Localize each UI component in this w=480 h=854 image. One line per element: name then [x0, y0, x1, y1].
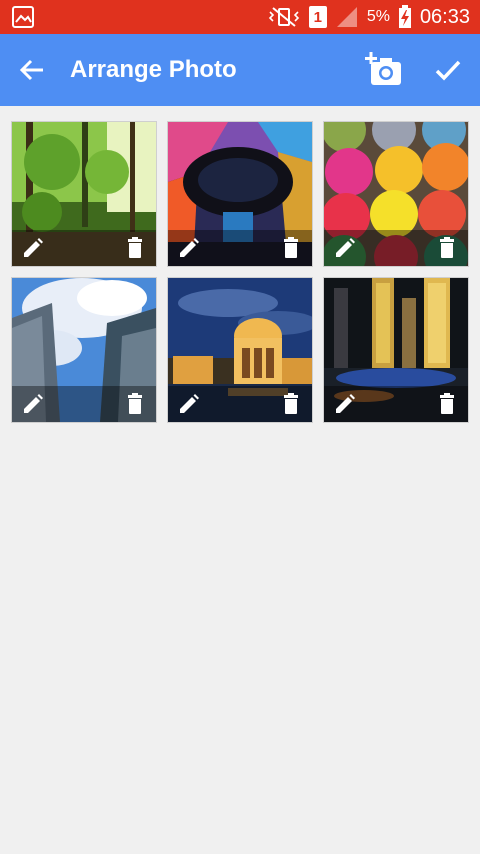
page-title: Arrange Photo [70, 56, 237, 83]
battery-charging-icon [398, 5, 411, 28]
trash-icon[interactable] [435, 236, 459, 260]
trash-icon[interactable] [279, 392, 303, 416]
photo-tile-palace[interactable] [167, 277, 313, 423]
trash-icon[interactable] [123, 236, 147, 260]
signal-icon [336, 7, 357, 27]
add-a-photo-icon[interactable] [365, 52, 403, 88]
pencil-icon[interactable] [333, 236, 357, 260]
status-bar: 1 5% 06:33 [0, 0, 480, 34]
pencil-icon[interactable] [177, 236, 201, 260]
vibrate-mute-icon [268, 7, 299, 27]
battery-percent: 5% [366, 8, 390, 25]
pencil-icon[interactable] [333, 392, 357, 416]
pencil-icon[interactable] [177, 392, 201, 416]
check-icon[interactable] [432, 54, 464, 86]
toolbar: Arrange Photo [0, 34, 480, 106]
photo-tile-forest[interactable] [11, 121, 157, 267]
clock: 06:33 [419, 5, 470, 28]
photo-tile-city[interactable] [323, 277, 469, 423]
photo-tile-dome[interactable] [167, 121, 313, 267]
photo-tile-skyscrapers[interactable] [11, 277, 157, 423]
pencil-icon[interactable] [21, 236, 45, 260]
trash-icon[interactable] [279, 236, 303, 260]
photo-tile-yarn[interactable] [323, 121, 469, 267]
arrow-back-icon[interactable] [16, 54, 48, 86]
pencil-icon[interactable] [21, 392, 45, 416]
trash-icon[interactable] [435, 392, 459, 416]
gallery-notification-icon [12, 6, 34, 28]
sim-slot-badge: 1 [308, 6, 327, 28]
trash-icon[interactable] [123, 392, 147, 416]
